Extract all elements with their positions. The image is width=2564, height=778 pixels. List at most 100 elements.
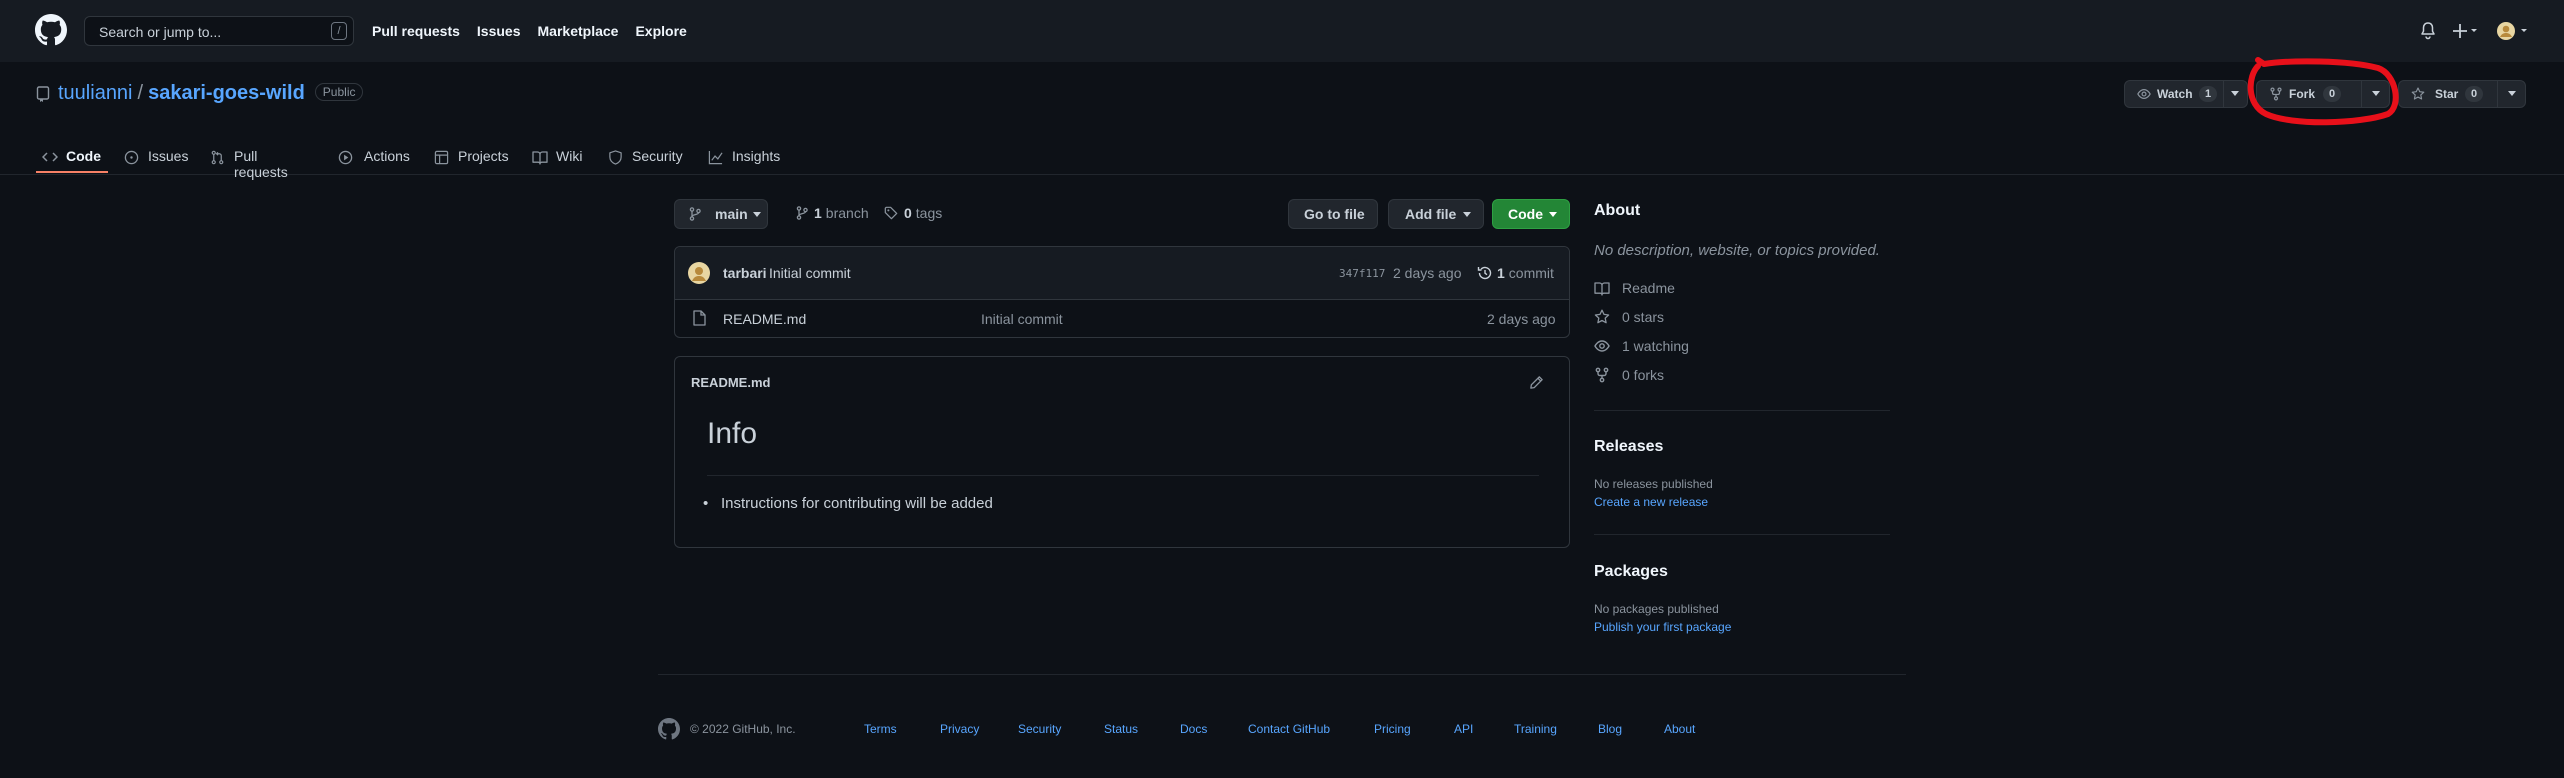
fork-label: Fork bbox=[2289, 87, 2316, 101]
footer-divider bbox=[658, 674, 1906, 675]
tab-security-label: Security bbox=[632, 148, 683, 164]
pencil-icon[interactable] bbox=[1529, 375, 1544, 390]
star-count: 0 bbox=[2465, 86, 2484, 102]
about-readme-link[interactable]: Readme bbox=[1594, 280, 1675, 296]
tags-link[interactable]: 0 tags bbox=[884, 205, 942, 221]
commits-link[interactable]: 1 commit bbox=[1477, 265, 1554, 281]
create-new-plus-icon[interactable] bbox=[2452, 22, 2480, 40]
readme-filename[interactable]: README.md bbox=[691, 375, 770, 390]
code-caret-icon bbox=[1549, 212, 1557, 217]
go-to-file-button[interactable]: Go to file bbox=[1288, 199, 1378, 229]
nav-marketplace[interactable]: Marketplace bbox=[538, 23, 619, 39]
eye-icon bbox=[2137, 87, 2151, 101]
bell-icon[interactable] bbox=[2420, 22, 2436, 40]
commit-message[interactable]: Initial commit bbox=[769, 265, 851, 281]
file-name[interactable]: README.md bbox=[723, 311, 806, 327]
about-watching-link[interactable]: 1 watching bbox=[1594, 338, 1689, 354]
branches-link[interactable]: 1 branch bbox=[796, 205, 869, 221]
repo-separator: / bbox=[137, 82, 144, 104]
repo-owner-link[interactable]: tuulianni bbox=[58, 82, 133, 104]
fork-dropdown-caret-icon[interactable] bbox=[2371, 91, 2381, 97]
branch-caret-icon bbox=[753, 212, 761, 217]
footer-link-blog[interactable]: Blog bbox=[1598, 722, 1622, 736]
footer-link-api[interactable]: API bbox=[1454, 722, 1473, 736]
add-file-button[interactable]: Add file bbox=[1388, 199, 1484, 229]
file-commit-message[interactable]: Initial commit bbox=[981, 311, 1063, 327]
nav-pull-requests[interactable]: Pull requests bbox=[372, 23, 460, 39]
footer-link-docs[interactable]: Docs bbox=[1180, 722, 1207, 736]
eye-icon bbox=[1594, 338, 1610, 354]
table-icon bbox=[434, 150, 449, 165]
github-mark-icon[interactable] bbox=[658, 718, 680, 740]
readme-list-item: • Instructions for contributing will be … bbox=[703, 495, 993, 512]
fork-icon bbox=[1594, 367, 1610, 383]
tab-wiki-label: Wiki bbox=[556, 148, 583, 164]
create-release-link[interactable]: Create a new release bbox=[1594, 495, 1708, 509]
footer-link-pricing[interactable]: Pricing bbox=[1374, 722, 1411, 736]
about-stars-link[interactable]: 0 stars bbox=[1594, 309, 1664, 325]
search-placeholder: Search or jump to... bbox=[99, 24, 222, 40]
packages-heading[interactable]: Packages bbox=[1594, 563, 1668, 581]
readme-panel: README.md Info • Instructions for contri… bbox=[674, 356, 1570, 548]
git-branch-icon bbox=[689, 207, 701, 221]
branch-select-button[interactable]: main bbox=[674, 199, 768, 229]
star-dropdown-caret-icon[interactable] bbox=[2507, 91, 2517, 97]
issue-opened-icon bbox=[124, 150, 139, 165]
repo-name-link[interactable]: sakari-goes-wild bbox=[148, 82, 305, 104]
global-header: Search or jump to... / Pull requests Issu… bbox=[0, 0, 2564, 62]
fork-button[interactable]: Fork 0 bbox=[2256, 80, 2390, 108]
releases-empty-text: No releases published bbox=[1594, 477, 1713, 491]
about-description: No description, website, or topics provi… bbox=[1594, 242, 1880, 259]
watch-label: Watch bbox=[2157, 87, 2193, 101]
file-row[interactable]: README.md Initial commit 2 days ago bbox=[675, 299, 1569, 337]
footer-link-privacy[interactable]: Privacy bbox=[940, 722, 979, 736]
watch-count: 1 bbox=[2199, 86, 2218, 102]
star-icon bbox=[1594, 309, 1610, 325]
avatar[interactable] bbox=[2496, 21, 2530, 41]
add-file-label: Add file bbox=[1405, 206, 1457, 222]
sidebar-divider bbox=[1594, 534, 1890, 535]
watch-button[interactable]: Watch 1 bbox=[2124, 80, 2248, 108]
about-stars-label: 0 stars bbox=[1622, 309, 1665, 325]
sidebar-divider bbox=[1594, 410, 1890, 411]
file-list: tarbari Initial commit 347f117 2 days ag… bbox=[674, 246, 1570, 338]
github-logo-icon[interactable] bbox=[35, 14, 67, 46]
code-button[interactable]: Code bbox=[1492, 199, 1570, 229]
footer-copyright: © 2022 GitHub, Inc. bbox=[690, 722, 796, 736]
commit-time: 2 days ago bbox=[1393, 265, 1462, 281]
footer-link-contact[interactable]: Contact GitHub bbox=[1248, 722, 1330, 736]
footer-link-terms[interactable]: Terms bbox=[864, 722, 897, 736]
publish-package-link[interactable]: Publish your first package bbox=[1594, 620, 1731, 634]
add-file-caret-icon bbox=[1463, 212, 1471, 217]
footer-link-about[interactable]: About bbox=[1664, 722, 1695, 736]
branches-count: 1 bbox=[814, 205, 822, 221]
tab-projects-label: Projects bbox=[458, 148, 509, 164]
watch-dropdown-caret-icon[interactable] bbox=[2230, 91, 2240, 97]
code-icon bbox=[42, 150, 58, 164]
book-icon bbox=[532, 150, 548, 165]
book-icon bbox=[1594, 281, 1610, 296]
history-icon bbox=[1477, 265, 1493, 281]
footer-link-status[interactable]: Status bbox=[1104, 722, 1138, 736]
footer-link-security[interactable]: Security bbox=[1018, 722, 1061, 736]
commit-count: 1 bbox=[1497, 265, 1505, 281]
commit-sha[interactable]: 347f117 bbox=[1339, 267, 1385, 280]
global-nav: Pull requests Issues Marketplace Explore bbox=[372, 23, 704, 39]
star-label: Star bbox=[2435, 87, 2459, 101]
avatar[interactable] bbox=[687, 261, 711, 285]
bullet-dot: • bbox=[703, 495, 709, 512]
star-button[interactable]: Star 0 bbox=[2398, 80, 2526, 108]
releases-heading[interactable]: Releases bbox=[1594, 438, 1663, 456]
about-forks-link[interactable]: 0 forks bbox=[1594, 367, 1664, 383]
tab-code-label: Code bbox=[66, 148, 101, 164]
search-input[interactable]: Search or jump to... / bbox=[84, 16, 354, 46]
commit-author[interactable]: tarbari bbox=[723, 265, 767, 281]
nav-explore[interactable]: Explore bbox=[635, 23, 686, 39]
git-branch-icon bbox=[796, 206, 808, 220]
footer-link-training[interactable]: Training bbox=[1514, 722, 1557, 736]
nav-issues[interactable]: Issues bbox=[477, 23, 521, 39]
file-commit-time: 2 days ago bbox=[1487, 311, 1556, 327]
readme-bullet-text: Instructions for contributing will be ad… bbox=[721, 495, 993, 512]
tag-icon bbox=[884, 206, 898, 220]
git-pull-request-icon bbox=[210, 150, 225, 165]
